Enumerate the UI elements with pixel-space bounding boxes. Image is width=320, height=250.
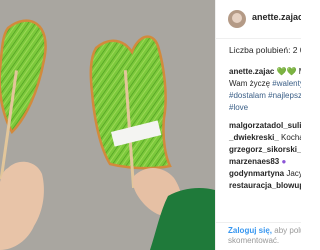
heart-icon: ● — [281, 157, 287, 166]
comment-username[interactable]: malgorzatadol_sulich — [229, 121, 301, 130]
comment-username[interactable]: _dwiekreski_ — [229, 133, 279, 142]
post-sidebar: anette.zajac Liczba polubień: 2 00 anett… — [215, 0, 301, 250]
comment-username[interactable]: grzegorz_sikorski_ — [229, 145, 301, 154]
caption-line: anette.zajac 💚💚 Mi — [229, 66, 301, 78]
login-link[interactable]: Zaloguj się, — [228, 226, 272, 235]
comment-username[interactable]: marzenaes83 — [229, 157, 279, 166]
caption-text: 💚💚 Mi — [276, 67, 301, 76]
post-photo[interactable] — [0, 0, 215, 250]
hashtag-link[interactable]: #dostalam — [229, 91, 266, 100]
login-prompt: Zaloguj się, aby polub skomentować. — [216, 222, 301, 250]
photo-illustration — [0, 0, 215, 250]
avatar[interactable] — [228, 10, 246, 28]
caption-text: Wam życzę — [229, 79, 271, 88]
comment-username[interactable]: godynmartyna — [229, 169, 284, 178]
hashtag-link[interactable]: #love — [229, 103, 248, 112]
likes-count[interactable]: Liczba polubień: 2 00 — [229, 45, 301, 55]
comments-list: anette.zajac 💚💚 Mi Wam życzę #walenty #d… — [229, 66, 301, 192]
post-header: anette.zajac — [216, 0, 301, 39]
caption-line: #dostalam #najlepszy — [229, 90, 301, 102]
comment-item: malgorzatadol_sulich — [229, 120, 301, 132]
caption-line: Wam życzę #walenty — [229, 78, 301, 90]
caption-line: #love — [229, 102, 301, 114]
comment-item: godynmartyna Jacy m — [229, 168, 301, 180]
comment-item: restauracja_blowupha — [229, 180, 301, 192]
comment-text: Kochan — [281, 133, 301, 142]
comment-text: Jacy m — [286, 169, 301, 178]
comment-username[interactable]: restauracja_blowupha — [229, 181, 301, 190]
caption-username[interactable]: anette.zajac — [229, 67, 274, 76]
hashtag-link[interactable]: #najlepszy — [268, 91, 301, 100]
post-username[interactable]: anette.zajac — [252, 12, 301, 22]
login-prompt-text-2: skomentować. — [228, 236, 280, 245]
comment-item: grzegorz_sikorski_ ❤ — [229, 144, 301, 156]
comment-item: marzenaes83 ● — [229, 156, 301, 168]
login-prompt-text: aby polub — [274, 226, 301, 235]
comment-item: _dwiekreski_ Kochan — [229, 132, 301, 144]
hashtag-link[interactable]: #walenty — [272, 79, 301, 88]
